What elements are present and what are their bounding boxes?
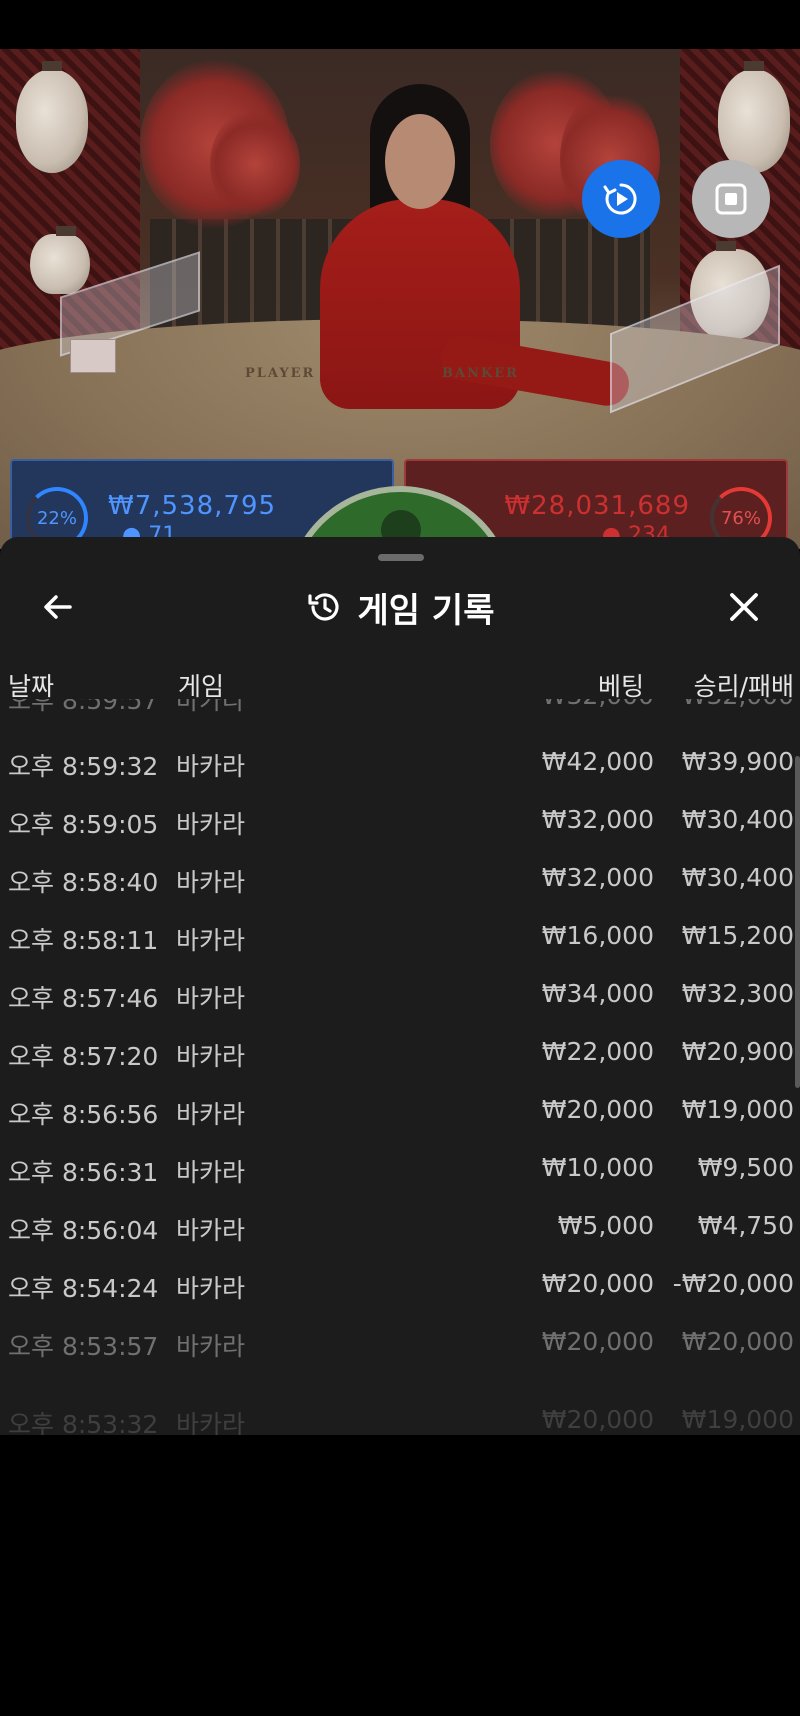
row-date: 오후 8:53:57: [8, 1332, 159, 1361]
row-result: ₩4,750: [697, 1211, 794, 1240]
row-bet: ₩5,000: [557, 1211, 654, 1240]
scrollbar[interactable]: [795, 756, 800, 1088]
table-row[interactable]: 오후 8:59:05 바카라 ₩32,000 ₩30,400: [0, 795, 800, 851]
row-result: ₩30,400: [681, 805, 794, 834]
player-total-amount: ₩7,538,795: [108, 491, 277, 521]
lantern-decor: [30, 226, 90, 294]
table-row[interactable]: 오후 8:57:46 바카라 ₩34,000 ₩32,300: [0, 969, 800, 1025]
stop-button[interactable]: [692, 160, 770, 238]
sheet-header: 게임 기록: [0, 580, 800, 634]
row-date: 오후 8:58:40: [8, 868, 159, 897]
row-game: 바카라: [176, 1100, 246, 1129]
row-game: 바카라: [176, 752, 246, 781]
row-date: 오후 8:56:56: [8, 1100, 159, 1129]
row-date: 오후 8:56:04: [8, 1216, 159, 1245]
row-result: ₩19,000: [681, 1405, 794, 1434]
table-row[interactable]: 오후 8:59:32 바카라 ₩42,000 ₩39,900: [0, 737, 800, 793]
column-header-date: 날짜: [8, 672, 55, 701]
row-game: 바카라: [176, 868, 246, 897]
row-game: 바카라: [176, 1332, 246, 1361]
row-date: 오후 8:58:11: [8, 926, 159, 955]
table-row[interactable]: 오후 8:57:20 바카라 ₩22,000 ₩20,900: [0, 1027, 800, 1083]
lantern-decor: [16, 61, 88, 173]
table-row[interactable]: 오후 8:58:11 바카라 ₩16,000 ₩15,200: [0, 911, 800, 967]
table-row[interactable]: 오후 8:56:31 바카라 ₩10,000 ₩9,500: [0, 1143, 800, 1199]
row-result: ₩32,300: [681, 979, 794, 1008]
game-history-sheet: 게임 기록 날짜 게임 베팅 승리/패배 오후 8:59:57 바카라 ₩32,…: [0, 537, 800, 1435]
row-bet: ₩20,000: [541, 1327, 654, 1356]
banker-percent: 76%: [720, 507, 761, 529]
row-result: -₩20,000: [672, 1269, 794, 1298]
row-bet: ₩34,000: [541, 979, 654, 1008]
row-result: -₩32,000: [673, 699, 794, 710]
table-label-banker: BANKER: [442, 366, 519, 381]
dealer-face: [385, 114, 455, 209]
table-label-player: PLAYER: [245, 366, 316, 381]
replay-icon: [603, 183, 637, 215]
row-bet: ₩16,000: [541, 921, 654, 950]
row-result: ₩9,500: [697, 1153, 794, 1182]
banker-total-amount: ₩28,031,689: [504, 491, 690, 521]
table-row[interactable]: 오후 8:54:24 바카라 ₩20,000 -₩20,000: [0, 1259, 800, 1315]
row-game: 바카라: [176, 1042, 246, 1071]
row-result: ₩30,400: [681, 863, 794, 892]
history-icon: [307, 593, 339, 621]
row-bet: ₩22,000: [541, 1037, 654, 1066]
row-game: 바카라: [176, 984, 246, 1013]
table-row[interactable]: 오후 8:56:56 바카라 ₩20,000 ₩19,000: [0, 1085, 800, 1141]
row-bet: ₩32,000: [541, 805, 654, 834]
row-date: 오후 8:56:31: [8, 1158, 159, 1187]
replay-button[interactable]: [582, 160, 660, 238]
row-game: 바카라: [176, 810, 246, 839]
sheet-drag-handle[interactable]: [378, 554, 424, 561]
table-row[interactable]: 오후 8:53:32 바카라 ₩20,000 ₩19,000: [0, 1375, 800, 1435]
row-result: ₩20,900: [681, 1037, 794, 1066]
column-header-bet: 베팅: [597, 672, 644, 701]
row-date: 오후 8:57:20: [8, 1042, 159, 1071]
row-date: 오후 8:59:57: [8, 699, 159, 715]
row-game: 바카라: [176, 699, 246, 715]
decor-blossom: [210, 109, 300, 219]
column-header-result: 승리/패배: [693, 672, 794, 701]
row-bet: ₩20,000: [541, 1095, 654, 1124]
row-game: 바카라: [176, 926, 246, 955]
row-result: ₩15,200: [681, 921, 794, 950]
lantern-decor: [718, 61, 790, 173]
row-date: 오후 8:53:32: [8, 1410, 159, 1435]
close-button[interactable]: [720, 583, 768, 631]
row-bet: ₩10,000: [541, 1153, 654, 1182]
row-game: 바카라: [176, 1216, 246, 1245]
close-icon: [730, 593, 758, 621]
stop-icon: [715, 183, 747, 215]
row-bet: ₩32,000: [541, 863, 654, 892]
row-bet: ₩32,000: [542, 699, 654, 710]
row-result: ₩20,000: [681, 1327, 794, 1356]
table-row[interactable]: 오후 8:53:57 바카라 ₩20,000 ₩20,000: [0, 1317, 800, 1373]
row-bet: ₩20,000: [541, 1405, 654, 1434]
table-row[interactable]: 오후 8:58:40 바카라 ₩32,000 ₩30,400: [0, 853, 800, 909]
row-bet: ₩42,000: [541, 747, 654, 776]
row-date: 오후 8:59:05: [8, 810, 159, 839]
row-game: 바카라: [176, 1410, 246, 1435]
row-bet: ₩20,000: [541, 1269, 654, 1298]
table-row[interactable]: 오후 8:56:04 바카라 ₩5,000 ₩4,750: [0, 1201, 800, 1257]
row-game: 바카라: [176, 1158, 246, 1187]
row-date: 오후 8:57:46: [8, 984, 159, 1013]
row-date: 오후 8:54:24: [8, 1274, 159, 1303]
row-result: ₩39,900: [681, 747, 794, 776]
column-header-game: 게임: [178, 672, 225, 701]
playing-card: [70, 339, 116, 373]
table-row[interactable]: 오후 8:59:57 바카라 ₩32,000 -₩32,000: [0, 699, 800, 719]
row-result: ₩19,000: [681, 1095, 794, 1124]
row-game: 바카라: [176, 1274, 246, 1303]
history-list[interactable]: 오후 8:59:57 바카라 ₩32,000 -₩32,000 오후 8:59:…: [0, 699, 800, 1435]
player-percent: 22%: [36, 507, 77, 529]
page-title: 게임 기록: [357, 590, 495, 631]
row-date: 오후 8:59:32: [8, 752, 159, 781]
